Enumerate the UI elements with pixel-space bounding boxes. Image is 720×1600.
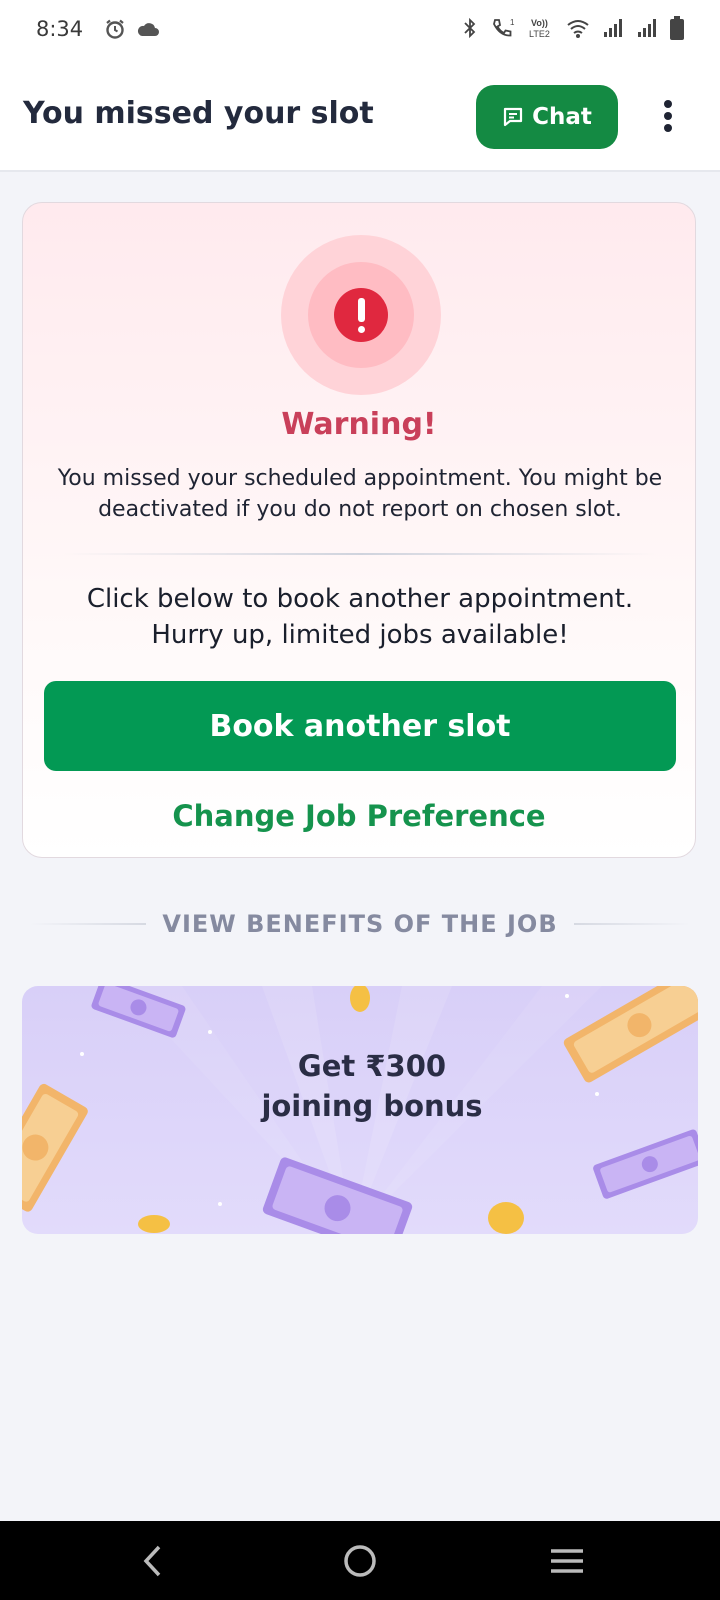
more-vertical-icon[interactable] <box>656 98 680 138</box>
book-another-slot-button[interactable]: Book another slot <box>44 681 676 771</box>
warning-message: You missed your scheduled appointment. Y… <box>57 466 663 522</box>
exclamation-alert-icon <box>281 235 441 395</box>
bluetooth-icon <box>464 17 476 39</box>
joining-bonus-banner[interactable]: Get ₹300 joining bonus <box>22 986 698 1234</box>
coin-icon <box>350 986 370 1012</box>
warning-title: Warning! <box>281 407 437 442</box>
chat-icon <box>504 107 523 127</box>
bonus-text: Get ₹300 joining bonus <box>182 1046 562 1126</box>
battery-icon <box>670 16 684 40</box>
coin-icon <box>138 1215 170 1233</box>
volte-icon: Vo)) LTE2 <box>529 18 550 39</box>
home-icon[interactable] <box>338 1539 382 1583</box>
app-bar: You missed your slot Chat <box>0 60 720 172</box>
svg-text:1: 1 <box>510 18 515 27</box>
orange-banknote-icon <box>22 1083 88 1212</box>
svg-text:Vo)): Vo)) <box>531 18 548 28</box>
book-prompt: Click below to book another appointment.… <box>43 581 677 653</box>
svg-text:LTE2: LTE2 <box>529 29 550 39</box>
page-title: You missed your slot <box>23 96 374 131</box>
purple-banknote-icon <box>593 1129 698 1199</box>
recents-icon[interactable] <box>545 1539 589 1583</box>
chat-button[interactable]: Chat <box>476 85 618 149</box>
book-prompt-line-2: Hurry up, limited jobs available! <box>151 620 569 650</box>
system-nav-bar <box>0 1521 720 1600</box>
signal-icon <box>638 19 656 37</box>
bonus-amount: Get ₹300 <box>297 1049 447 1083</box>
wifi-icon <box>567 20 589 38</box>
call-icon: 1 <box>493 18 515 37</box>
cloud-icon <box>137 23 159 36</box>
bonus-label: joining bonus <box>261 1089 483 1123</box>
coin-icon <box>488 1202 524 1234</box>
benefits-heading: VIEW BENEFITS OF THE JOB <box>162 910 558 938</box>
status-time: 8:34 <box>36 17 84 41</box>
divider <box>573 923 690 925</box>
back-icon[interactable] <box>132 1539 176 1583</box>
benefits-header: VIEW BENEFITS OF THE JOB <box>30 906 690 942</box>
alarm-icon <box>106 19 124 39</box>
status-bar: 8:34 1 Vo)) LTE2 <box>0 0 720 60</box>
book-prompt-line-1: Click below to book another appointment. <box>86 584 634 614</box>
chat-label: Chat <box>532 104 592 130</box>
signal-icon <box>604 19 622 37</box>
divider <box>63 553 657 555</box>
missed-slot-card: Warning! You missed your scheduled appoi… <box>22 202 696 858</box>
change-job-preference-link[interactable]: Change Job Preference <box>23 799 695 833</box>
divider <box>30 923 147 925</box>
